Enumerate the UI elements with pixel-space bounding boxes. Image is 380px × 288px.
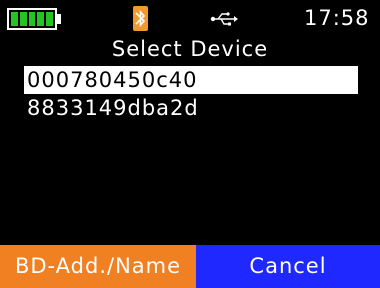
status-bar: 17:58 — [0, 0, 380, 34]
device-list: 000780450c40 8833149dba2d — [24, 66, 358, 122]
softkey-bar: BD-Add./Name Cancel — [0, 245, 380, 288]
battery-icon — [7, 8, 57, 30]
battery-tip — [57, 14, 61, 24]
clock: 17:58 — [304, 6, 370, 30]
bd-address-name-button[interactable]: BD-Add./Name — [0, 245, 196, 288]
cancel-button[interactable]: Cancel — [196, 245, 380, 288]
device-item[interactable]: 8833149dba2d — [24, 94, 358, 122]
bluetooth-icon — [133, 6, 148, 31]
usb-icon — [210, 11, 238, 27]
page-title: Select Device — [111, 37, 269, 61]
device-item-selected[interactable]: 000780450c40 — [24, 66, 358, 94]
